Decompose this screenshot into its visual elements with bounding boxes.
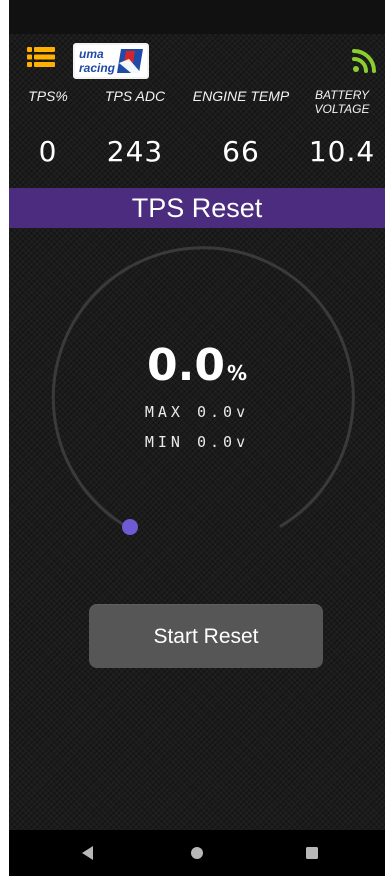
metric-label-line-1: BATTERY	[314, 88, 369, 102]
gauge-readout: 0.0% MAX 0.0v MIN 0.0v	[9, 340, 385, 452]
home-button[interactable]	[162, 830, 232, 876]
back-button[interactable]	[49, 830, 119, 876]
recent-apps-button[interactable]	[277, 830, 347, 876]
gauge-min-value: 0.0v	[197, 433, 250, 451]
android-navigation-bar	[9, 830, 385, 876]
start-reset-button[interactable]: Start Reset	[89, 604, 323, 668]
svg-text:uma: uma	[79, 47, 104, 61]
metric-value: 243	[106, 135, 164, 168]
recent-apps-icon	[306, 847, 318, 859]
gauge-max-value: 0.0v	[197, 403, 250, 421]
metric-value: 0	[38, 135, 58, 168]
back-icon	[82, 846, 93, 860]
gauge-max-label: MAX	[144, 403, 184, 421]
metric-value: 66	[222, 135, 260, 168]
gauge-percent-row: 0.0%	[9, 340, 385, 392]
metric-engine-temp-value: 66	[183, 130, 299, 174]
metric-label: TPS ADC	[104, 88, 166, 104]
metrics-values: 0 243 66 10.4	[9, 130, 385, 174]
metric-engine-temp-label: ENGINE TEMP	[183, 88, 299, 122]
metric-label: ENGINE TEMP	[192, 88, 290, 104]
gauge-max-row: MAX 0.0v	[9, 402, 385, 422]
gauge-indicator	[122, 519, 138, 535]
signal-icon[interactable]	[351, 46, 379, 74]
menu-icon[interactable]	[27, 46, 55, 68]
brand-logo: uma racing	[73, 43, 149, 79]
metric-tps-percent-label: TPS%	[9, 88, 87, 122]
gauge-value: 0.0	[147, 340, 225, 391]
tps-gauge: 0.0% MAX 0.0v MIN 0.0v	[9, 236, 385, 556]
metric-label: TPS%	[28, 88, 68, 104]
metric-tps-adc-label: TPS ADC	[87, 88, 183, 122]
gauge-min-label: MIN	[144, 433, 184, 451]
gauge-min-row: MIN 0.0v	[9, 432, 385, 452]
section-banner: TPS Reset	[9, 188, 385, 228]
svg-text:racing: racing	[79, 61, 116, 75]
app-screen: uma racing TPS% TPS ADC ENGINE TEMP BATT…	[9, 0, 385, 876]
metrics-labels: TPS% TPS ADC ENGINE TEMP BATTERY VOLTAGE	[9, 88, 385, 122]
metric-battery-voltage-value: 10.4	[299, 130, 385, 174]
app-header: uma racing	[9, 34, 385, 86]
status-bar	[9, 0, 385, 34]
metric-tps-percent-value: 0	[9, 130, 87, 174]
metric-value: 10.4	[308, 135, 376, 168]
metric-label-line-2: VOLTAGE	[314, 102, 370, 116]
metric-battery-voltage-label: BATTERY VOLTAGE	[299, 88, 385, 122]
gauge-unit: %	[226, 361, 247, 385]
home-icon	[191, 847, 203, 859]
section-title: TPS Reset	[131, 193, 263, 223]
metric-tps-adc-value: 243	[87, 130, 183, 174]
